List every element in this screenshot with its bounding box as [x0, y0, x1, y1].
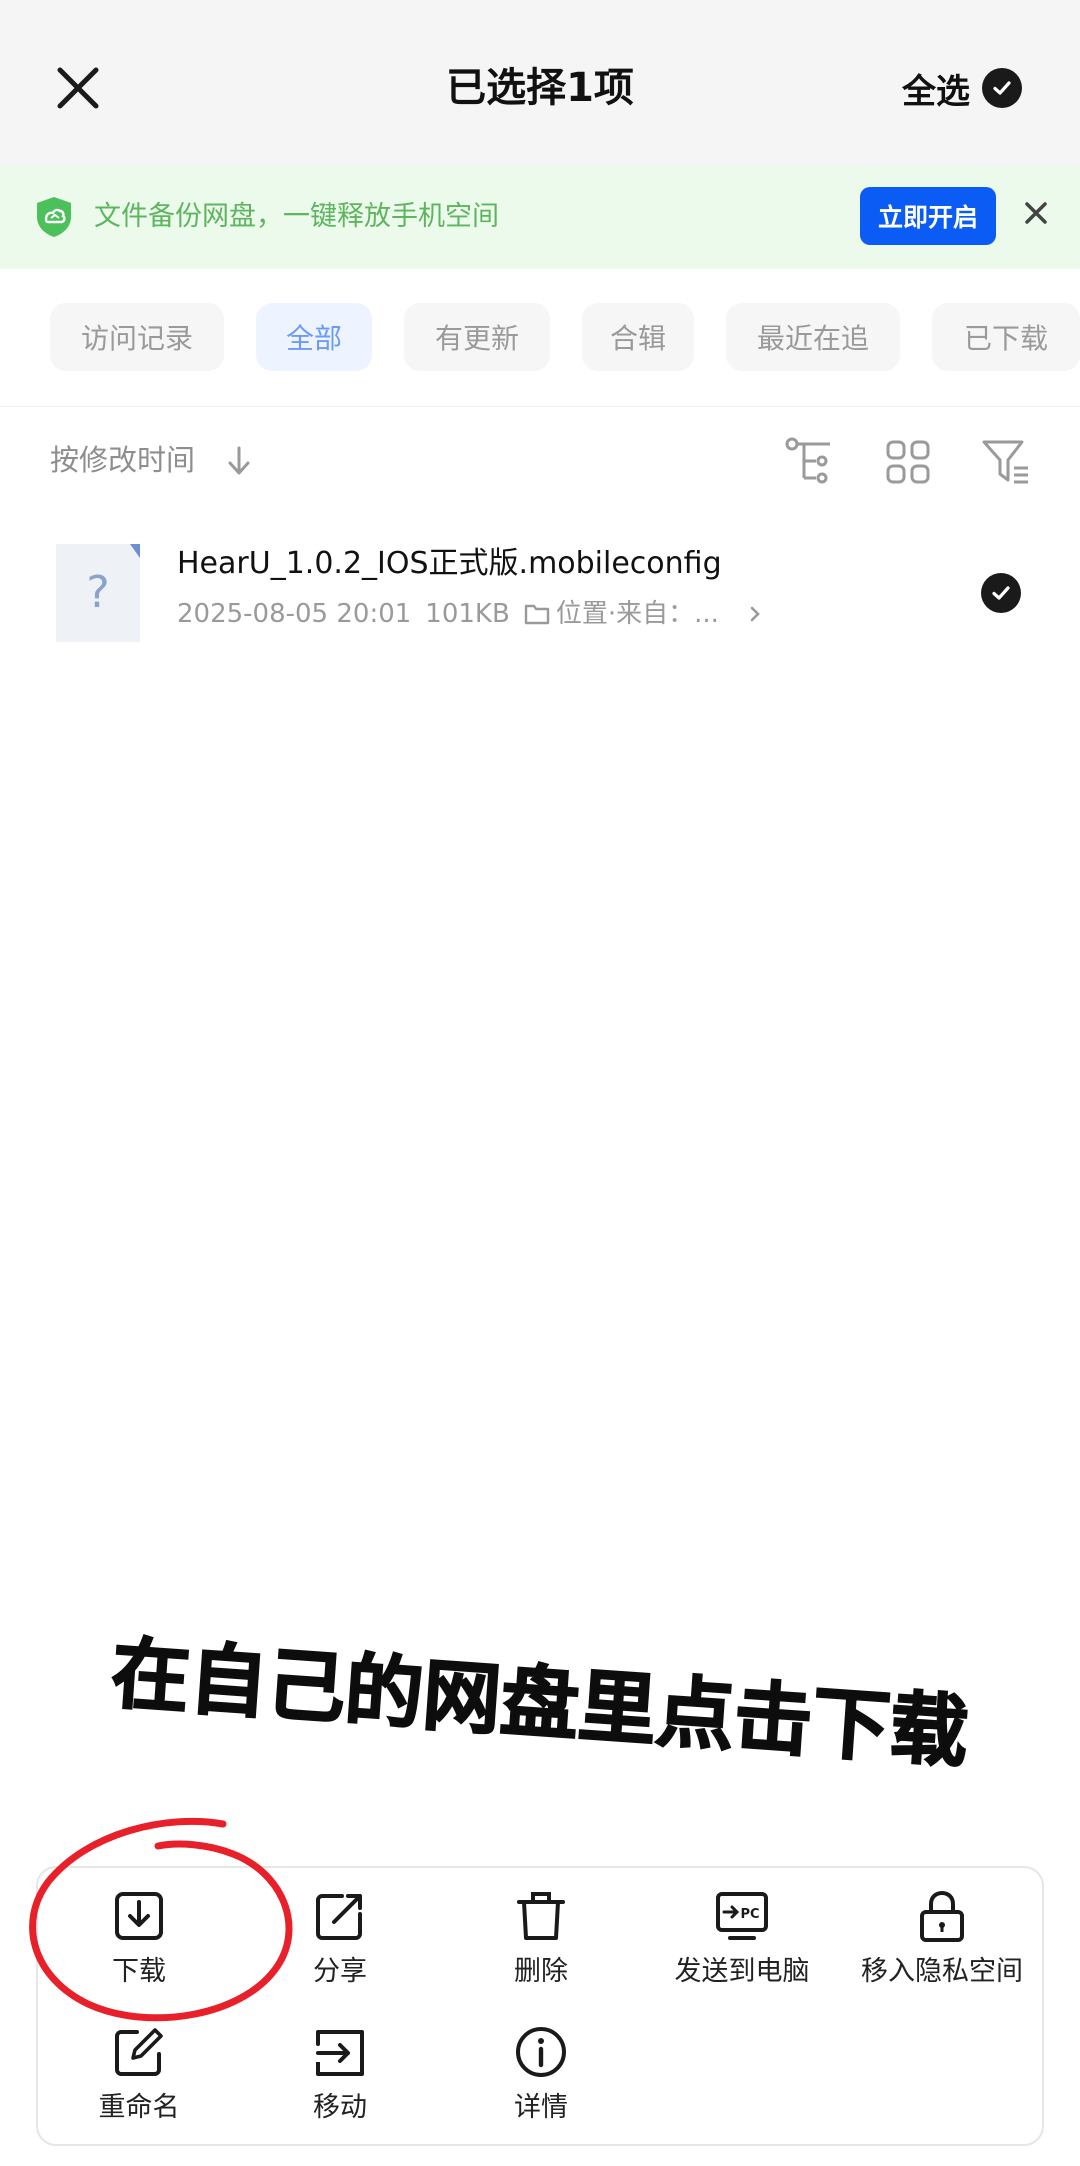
tutorial-caption: 在自己的网盘里点击下载 在自己的网盘里点击下载 — [101, 1621, 979, 1787]
filter-icon[interactable] — [978, 434, 1034, 490]
svg-text:PC: PC — [740, 1907, 759, 1922]
delete-button[interactable]: 删除 — [441, 1888, 641, 2008]
file-meta: 2025-08-05 20:01 101KB 位置·来自：... — [177, 596, 763, 632]
action-sheet: 下载 分享 删除 PC 发送到电脑 移入隐私空间 重命名 移动 详情 — [36, 1866, 1044, 2146]
tab-history[interactable]: 访问记录 — [50, 303, 224, 371]
unknown-file-icon: ? — [56, 544, 140, 642]
tab-downloaded[interactable]: 已下载 — [932, 303, 1080, 371]
details-label: 详情 — [514, 2092, 568, 2123]
info-icon — [516, 2027, 566, 2077]
svg-text:?: ? — [86, 567, 109, 618]
file-location[interactable]: 位置·来自：... — [556, 596, 719, 632]
select-all-button[interactable]: 全选 — [902, 62, 1022, 114]
sort-label[interactable]: 按修改时间 — [50, 438, 195, 482]
tree-view-icon[interactable] — [780, 434, 836, 490]
download-button[interactable]: 下载 — [39, 1888, 239, 2008]
send-to-pc-icon: PC — [716, 1892, 768, 1940]
file-date: 2025-08-05 20:01 — [177, 599, 412, 629]
download-icon — [115, 1892, 163, 1940]
move-to-private-button[interactable]: 移入隐私空间 — [842, 1888, 1042, 2008]
share-label: 分享 — [313, 1956, 367, 1987]
caption-text: 在自己的网盘里点击下载 — [109, 1629, 971, 1779]
share-button[interactable]: 分享 — [240, 1888, 440, 2008]
move-to-private-label: 移入隐私空间 — [861, 1956, 1023, 1987]
tab-collections[interactable]: 合辑 — [582, 303, 694, 371]
file-name: HearU_1.0.2_IOS正式版.mobileconfig — [177, 546, 722, 581]
share-icon — [316, 1894, 362, 1940]
banner-close-icon[interactable] — [1020, 197, 1052, 229]
tab-all[interactable]: 全部 — [256, 303, 372, 371]
grid-view-icon[interactable] — [880, 434, 936, 490]
folder-icon — [524, 604, 550, 625]
select-all-label: 全选 — [902, 71, 970, 112]
rename-icon — [115, 2028, 163, 2076]
tab-recent-following[interactable]: 最近在追 — [726, 303, 900, 371]
chevron-right-icon[interactable] — [747, 602, 763, 626]
tab-updated[interactable]: 有更新 — [404, 303, 550, 371]
arrow-down-icon[interactable] — [224, 440, 254, 484]
trash-icon — [517, 1892, 565, 1940]
delete-label: 删除 — [514, 1956, 568, 1987]
backup-banner: 文件备份网盘，一键释放手机空间 立即开启 — [0, 165, 1080, 269]
banner-text: 文件备份网盘，一键释放手机空间 — [94, 201, 499, 232]
file-size: 101KB — [425, 599, 510, 629]
file-selected-check-icon[interactable] — [981, 573, 1021, 613]
check-icon — [982, 68, 1022, 108]
send-to-pc-label: 发送到电脑 — [674, 1956, 810, 1987]
enable-now-button[interactable]: 立即开启 — [860, 187, 996, 245]
details-button[interactable]: 详情 — [441, 2024, 641, 2144]
shield-icon — [37, 197, 71, 237]
move-button[interactable]: 移动 — [240, 2024, 440, 2144]
rename-label: 重命名 — [98, 2092, 180, 2123]
rename-button[interactable]: 重命名 — [39, 2024, 239, 2144]
file-list-item[interactable]: ? HearU_1.0.2_IOS正式版.mobileconfig 2025-0… — [0, 530, 1080, 650]
lock-icon — [920, 1890, 964, 1942]
download-label: 下载 — [112, 1956, 166, 1987]
filter-tabs: 访问记录 全部 有更新 合辑 最近在追 已下载 — [0, 269, 1080, 407]
move-icon — [316, 2030, 364, 2076]
send-to-pc-button[interactable]: PC 发送到电脑 — [642, 1888, 842, 2008]
top-bar: 已选择1项 全选 — [0, 0, 1080, 165]
move-label: 移动 — [313, 2092, 367, 2123]
